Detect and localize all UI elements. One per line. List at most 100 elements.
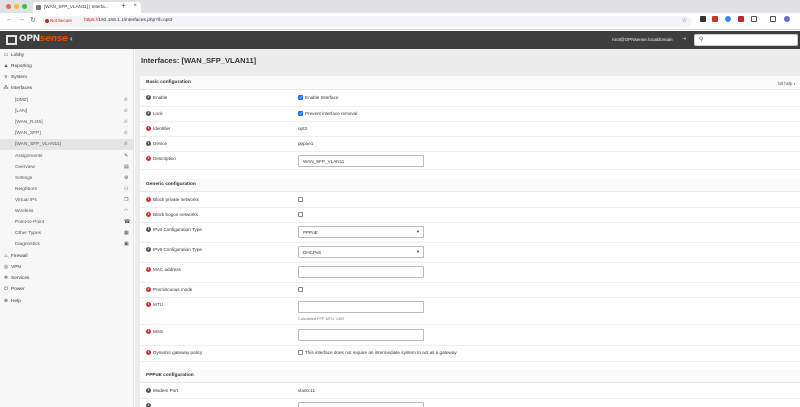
info-icon[interactable]: i: [146, 126, 151, 131]
field-label: IPv6 Configuration Type: [153, 247, 202, 252]
info-icon[interactable]: i: [146, 287, 151, 292]
sidebar-item-services[interactable]: ✲ Services: [0, 273, 134, 284]
sidebar-item-wireless[interactable]: Wireless ◠: [0, 206, 134, 217]
sidebar-item-assignments[interactable]: Assignments ✎: [0, 151, 134, 162]
description-input[interactable]: WAN_SFP_VLAN11: [298, 155, 424, 167]
extension-cloud-icon[interactable]: [725, 16, 731, 22]
sidebar-item-wan-sfp[interactable]: [WAN_SFP] ⛙: [0, 128, 134, 139]
sitemap-icon: ⁂: [3, 85, 9, 91]
info-icon[interactable]: i: [146, 156, 151, 161]
sidebar-item-label: Diagnostics: [15, 241, 40, 247]
info-icon[interactable]: i: [146, 111, 151, 116]
info-icon[interactable]: i: [146, 267, 151, 272]
sidebar-item-system[interactable]: ≡ System: [0, 72, 134, 83]
next-field-input[interactable]: [298, 402, 424, 407]
info-icon[interactable]: i: [146, 141, 151, 146]
security-indicator[interactable]: Not Secure: [45, 18, 72, 23]
search-icon: ⚲: [699, 37, 704, 43]
sidebar-item-diagnostics[interactable]: Diagnostics ▣: [0, 239, 134, 250]
checkbox-label[interactable]: Prevent interface removal: [305, 111, 357, 116]
info-icon[interactable]: i: [146, 95, 151, 100]
sidebar-item-firewall[interactable]: ♨ Firewall: [0, 251, 134, 262]
block-private-checkbox[interactable]: [298, 197, 303, 202]
address-bar[interactable]: Not Secure https://192.168.1.1/interface…: [42, 16, 691, 27]
browser-toolbar: ← → ↻ Not Secure https://192.168.1.1/int…: [0, 13, 800, 30]
sidebar-item-lobby[interactable]: ▭ Lobby: [0, 50, 134, 61]
enable-interface-checkbox[interactable]: [298, 95, 303, 101]
forward-arrow-icon[interactable]: →: [18, 16, 25, 23]
sidebar-item-label: Other Types: [15, 230, 42, 236]
extension-shield-icon[interactable]: [700, 16, 706, 22]
sidebar-item-virtual-ips[interactable]: Virtual IPs ❐: [0, 195, 134, 206]
sidebar-item-lan[interactable]: [LAN] ⛙: [0, 106, 134, 117]
info-icon[interactable]: i: [146, 227, 151, 232]
sidebar-item-overview[interactable]: Overview ▤: [0, 162, 134, 173]
sidebar-toggle-icon[interactable]: [770, 16, 776, 22]
collapse-sidebar-icon[interactable]: ‹: [70, 34, 73, 43]
block-bogon-checkbox[interactable]: [298, 212, 303, 217]
medkit-icon: ▣: [124, 241, 129, 247]
info-icon[interactable]: i: [146, 302, 151, 307]
sidebar-item-label: Firewall: [11, 253, 28, 259]
plug-icon: ⏻: [4, 286, 8, 292]
checkbox-label[interactable]: Enable Interface: [305, 95, 338, 100]
sidebar-item-help[interactable]: ⊕ Help: [0, 296, 134, 307]
user-label[interactable]: root@OPNsense.localdomain: [612, 37, 673, 42]
sidebar-item-settings[interactable]: Settings ⚙: [0, 173, 134, 184]
sidebar-item-vpn[interactable]: ◎ VPN: [0, 262, 134, 273]
window-close-button[interactable]: [6, 4, 11, 9]
interface-settings-panel: Basic configuration full help ◐ i Enable…: [140, 76, 800, 407]
sidebar-item-interfaces[interactable]: ⁂ Interfaces: [0, 83, 134, 94]
field-label: Identifier: [153, 126, 171, 131]
profile-avatar-icon[interactable]: [784, 16, 790, 22]
sidebar-item-reporting[interactable]: ▲ Reporting: [0, 61, 134, 72]
globe-icon: ◎: [3, 264, 9, 270]
ipv6-type-select[interactable]: DHCPv6 ▼: [298, 246, 424, 258]
info-icon[interactable]: i: [146, 388, 151, 393]
prevent-removal-checkbox[interactable]: [298, 111, 303, 117]
info-icon[interactable]: i: [146, 350, 151, 355]
mss-input[interactable]: [298, 329, 424, 341]
new-tab-button[interactable]: +: [121, 1, 126, 10]
sidebar-item-label: Neighbors: [15, 186, 37, 192]
extension-ublock-icon[interactable]: [738, 16, 744, 22]
sidebar-item-other-types[interactable]: Other Types ▦: [0, 228, 134, 239]
extensions-puzzle-icon[interactable]: [751, 16, 757, 22]
network-icon: ⛙: [124, 119, 128, 125]
checkbox-label[interactable]: This interface does not require an inter…: [305, 350, 457, 355]
ipv4-type-select[interactable]: PPPoE ▼: [298, 226, 424, 238]
logout-icon[interactable]: ⇥: [682, 36, 686, 42]
row-promiscuous: i Promiscuous mode: [140, 283, 800, 298]
info-icon[interactable]: i: [146, 403, 151, 407]
extension-red-icon[interactable]: [712, 16, 718, 22]
window-maximize-button[interactable]: [22, 4, 27, 9]
promiscuous-checkbox[interactable]: [298, 287, 303, 292]
sidebar-item-dmz[interactable]: [DMZ] ⛙: [0, 95, 134, 106]
sidebar-item-power[interactable]: ⏻ Power: [0, 284, 134, 295]
sidebar-item-label: Lobby: [11, 52, 25, 58]
archive-icon: ▦: [124, 230, 129, 236]
mtu-input[interactable]: [298, 301, 424, 313]
mac-address-input[interactable]: [298, 266, 424, 278]
sidebar-item-wan-rj45[interactable]: [WAN_RJ45] ⛙: [0, 117, 134, 128]
logo-text: OPNsense: [19, 34, 68, 44]
full-help-toggle[interactable]: full help ◐: [778, 81, 796, 86]
url-path: 192.168.1.1/interfaces.php?if=opt3: [98, 18, 173, 23]
dynamic-gateway-checkbox[interactable]: [298, 350, 303, 355]
bookmark-star-icon[interactable]: ☆: [682, 17, 687, 24]
info-icon[interactable]: i: [146, 329, 151, 334]
reload-icon[interactable]: ↻: [30, 16, 36, 24]
menu-search-input[interactable]: ⚲: [694, 34, 798, 46]
sidebar-item-point-to-point[interactable]: Point-to-Point ☎: [0, 217, 134, 228]
info-icon[interactable]: i: [146, 212, 151, 217]
info-icon[interactable]: i: [146, 247, 151, 252]
logo-mark-icon: [6, 35, 17, 45]
info-icon[interactable]: i: [146, 197, 151, 202]
sidebar-item-wan-sfp-vlan11[interactable]: [WAN_SFP_VLAN11] ⛙: [0, 139, 134, 150]
back-arrow-icon[interactable]: ←: [6, 16, 13, 23]
tab-close-icon[interactable]: ×: [133, 3, 137, 9]
sidebar-item-neighbors[interactable]: Neighbors ⚇: [0, 184, 134, 195]
opnsense-logo[interactable]: OPNsense: [6, 34, 68, 46]
url-text[interactable]: https://192.168.1.1/interfaces.php?if=op…: [84, 18, 172, 23]
window-minimize-button[interactable]: [14, 4, 19, 9]
